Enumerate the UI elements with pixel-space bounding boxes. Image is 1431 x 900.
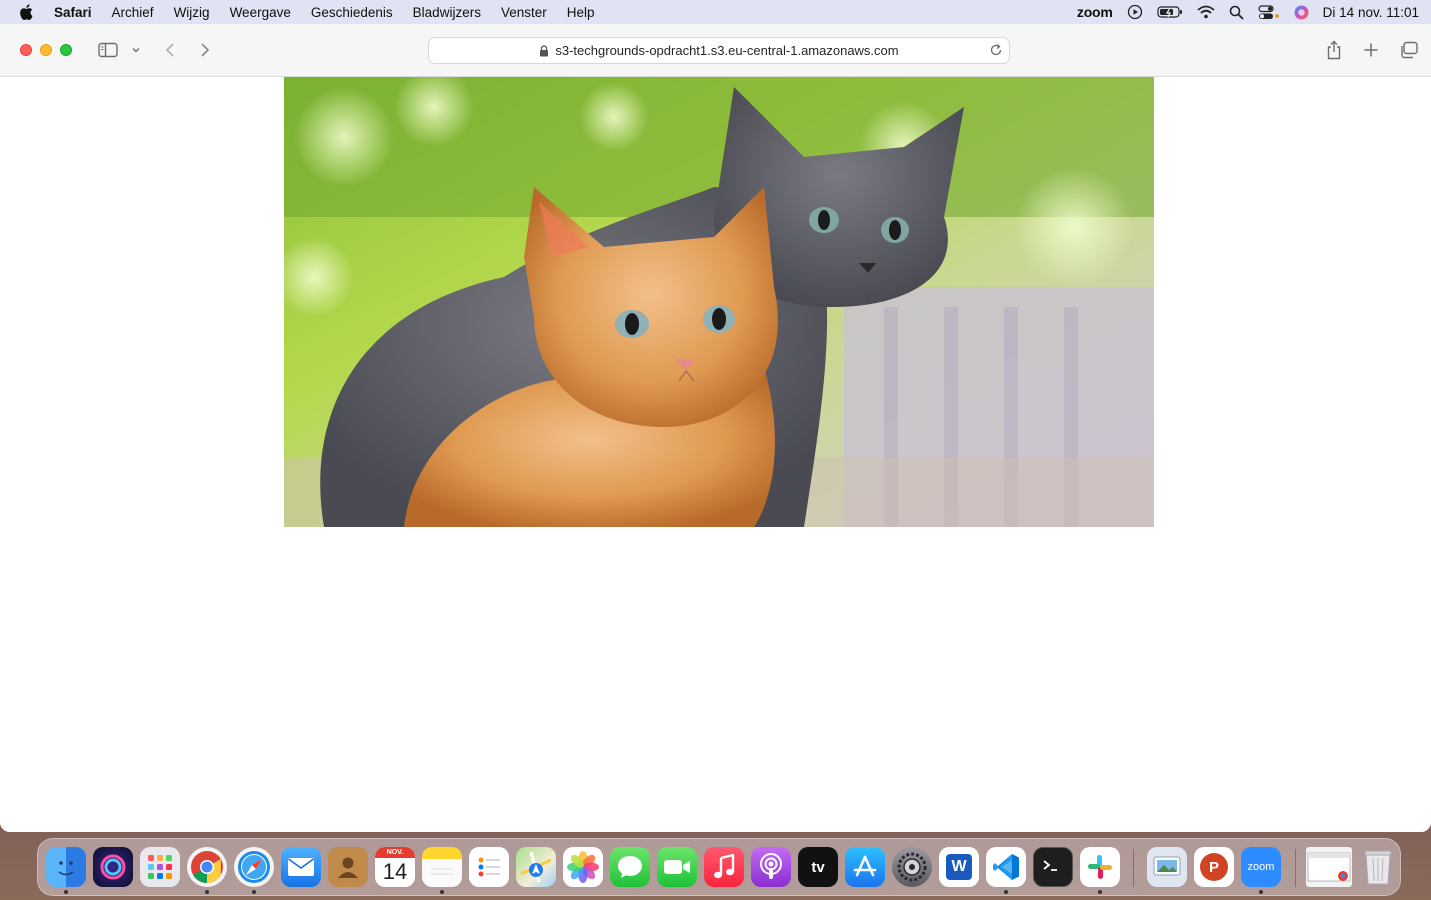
safari-running-dot	[252, 890, 256, 894]
finder-running-dot	[64, 890, 68, 894]
zoom-app-label: zoom	[1247, 861, 1275, 873]
powerpoint-label: P	[1200, 853, 1228, 881]
vscode-running-dot	[1004, 890, 1008, 894]
dock: NOV. 14 tv W P zoom	[37, 838, 1401, 896]
calendar-icon[interactable]: NOV. 14	[375, 847, 415, 887]
url-text[interactable]: s3-techgrounds-opdracht1.s3.eu-central-1…	[555, 43, 898, 58]
web-page-content	[0, 77, 1431, 832]
vscode-icon[interactable]	[986, 847, 1026, 887]
menu-bar: Safari Archief Wijzig Weergave Geschiede…	[0, 0, 1431, 24]
tab-overview-icon[interactable]	[1398, 39, 1420, 61]
chrome-icon[interactable]	[187, 847, 227, 887]
menu-wijzig[interactable]: Wijzig	[164, 5, 220, 20]
reload-icon[interactable]	[989, 43, 1003, 60]
siri-app-icon[interactable]	[93, 847, 133, 887]
spotlight-search-icon[interactable]	[1229, 5, 1244, 20]
dock-separator-2	[1295, 849, 1296, 887]
reminders-icon[interactable]	[469, 847, 509, 887]
preview-icon[interactable]	[1147, 847, 1187, 887]
window-controls	[20, 44, 72, 56]
address-bar[interactable]: s3-techgrounds-opdracht1.s3.eu-central-1…	[428, 37, 1010, 64]
menu-venster[interactable]: Venster	[491, 5, 557, 20]
word-icon[interactable]: W	[939, 847, 979, 887]
kittens-image	[284, 77, 1154, 527]
control-center-icon[interactable]	[1258, 4, 1280, 20]
zoom-running-dot	[1259, 890, 1263, 894]
calendar-month: NOV.	[375, 847, 415, 858]
safari-window: s3-techgrounds-opdracht1.s3.eu-central-1…	[0, 24, 1431, 832]
chrome-minimized-window-icon[interactable]	[1306, 847, 1352, 887]
slack-running-dot	[1098, 890, 1102, 894]
menu-archief[interactable]: Archief	[102, 5, 164, 20]
back-button-icon[interactable]	[160, 39, 180, 61]
menu-help[interactable]: Help	[557, 5, 605, 20]
siri-icon[interactable]	[1294, 5, 1309, 20]
apple-tv-icon[interactable]: tv	[798, 847, 838, 887]
menu-weergave[interactable]: Weergave	[220, 5, 301, 20]
mail-icon[interactable]	[281, 847, 321, 887]
notes-icon[interactable]	[422, 847, 462, 887]
zoom-status-item[interactable]: zoom	[1077, 4, 1113, 20]
lock-icon	[539, 44, 549, 57]
battery-icon[interactable]	[1157, 5, 1183, 19]
calendar-day: 14	[382, 859, 408, 884]
app-store-icon[interactable]	[845, 847, 885, 887]
safari-app-icon[interactable]	[234, 847, 274, 887]
menu-bladwijzers[interactable]: Bladwijzers	[403, 5, 491, 20]
wifi-icon[interactable]	[1197, 5, 1215, 19]
terminal-icon[interactable]	[1033, 847, 1073, 887]
tab-group-chevron-down-icon[interactable]	[130, 39, 142, 61]
menu-geschiedenis[interactable]: Geschiedenis	[301, 5, 403, 20]
messages-icon[interactable]	[610, 847, 650, 887]
close-window-button[interactable]	[20, 44, 32, 56]
music-icon[interactable]	[704, 847, 744, 887]
new-tab-icon[interactable]	[1361, 39, 1381, 61]
forward-button-icon[interactable]	[195, 39, 215, 61]
dock-separator	[1133, 849, 1134, 887]
contacts-icon[interactable]	[328, 847, 368, 887]
minimize-window-button[interactable]	[40, 44, 52, 56]
tv-label: tv	[811, 858, 825, 876]
maps-icon[interactable]	[516, 847, 556, 887]
photos-icon[interactable]	[563, 847, 603, 887]
system-settings-icon[interactable]	[892, 847, 932, 887]
facetime-icon[interactable]	[657, 847, 697, 887]
maximize-window-button[interactable]	[60, 44, 72, 56]
play-icon[interactable]	[1127, 4, 1143, 20]
menu-clock[interactable]: Di 14 nov. 11:01	[1323, 5, 1419, 20]
menu-app-name[interactable]: Safari	[52, 5, 102, 20]
sidebar-toggle-icon[interactable]	[97, 39, 119, 61]
slack-icon[interactable]	[1080, 847, 1120, 887]
notes-running-dot	[440, 890, 444, 894]
podcasts-icon[interactable]	[751, 847, 791, 887]
powerpoint-icon[interactable]: P	[1194, 847, 1234, 887]
apple-menu-icon[interactable]	[0, 4, 52, 20]
launchpad-icon[interactable]	[140, 847, 180, 887]
finder-icon[interactable]	[46, 847, 86, 887]
zoom-app-icon[interactable]: zoom	[1241, 847, 1281, 887]
word-label: W	[946, 854, 972, 880]
trash-icon[interactable]	[1358, 847, 1398, 887]
share-icon[interactable]	[1324, 39, 1344, 61]
browser-toolbar: s3-techgrounds-opdracht1.s3.eu-central-1…	[0, 24, 1431, 77]
chrome-running-dot	[205, 890, 209, 894]
